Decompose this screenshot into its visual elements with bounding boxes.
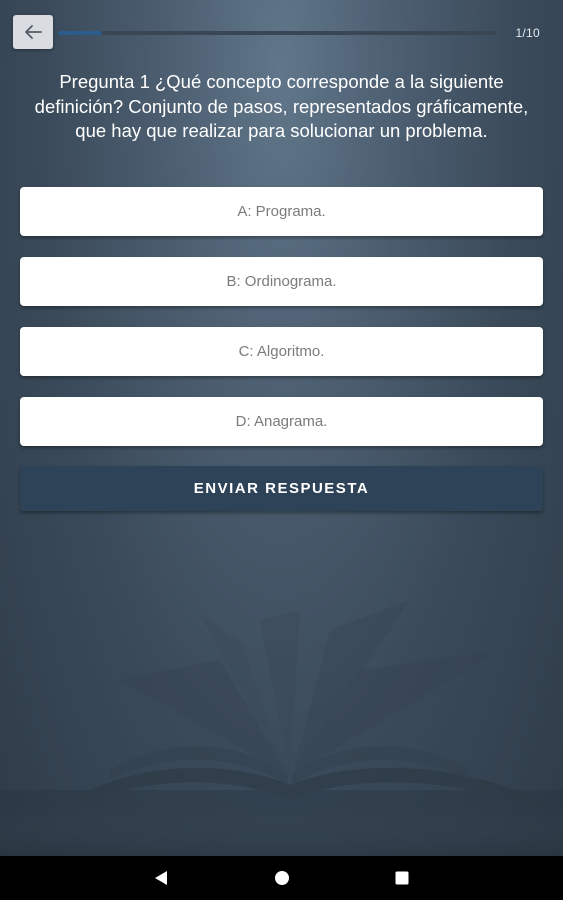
system-navigation-bar xyxy=(0,856,563,900)
progress-bar-fill xyxy=(58,31,102,35)
triangle-back-icon xyxy=(155,871,167,885)
answer-option-a[interactable]: A: Programa. xyxy=(20,187,543,236)
system-home-button[interactable] xyxy=(252,856,312,900)
progress-counter: 1/10 xyxy=(515,26,540,40)
quiz-screen: 1/10 Pregunta 1 ¿Qué concepto correspond… xyxy=(0,0,563,900)
progress-bar xyxy=(58,31,496,35)
answer-option-b[interactable]: B: Ordinograma. xyxy=(20,257,543,306)
circle-home-icon xyxy=(275,871,289,885)
square-recents-icon xyxy=(395,871,409,885)
answer-option-c[interactable]: C: Algoritmo. xyxy=(20,327,543,376)
question-text: Pregunta 1 ¿Qué concepto corresponde a l… xyxy=(34,71,529,141)
answer-option-d[interactable]: D: Anagrama. xyxy=(20,397,543,446)
arrow-left-icon xyxy=(25,25,42,39)
system-recents-button[interactable] xyxy=(372,856,432,900)
top-bar: 1/10 xyxy=(0,0,563,66)
system-back-button[interactable] xyxy=(131,856,191,900)
back-button[interactable] xyxy=(13,15,53,49)
open-book-background xyxy=(0,600,563,856)
submit-answer-button[interactable]: ENVIAR RESPUESTA xyxy=(20,466,543,511)
